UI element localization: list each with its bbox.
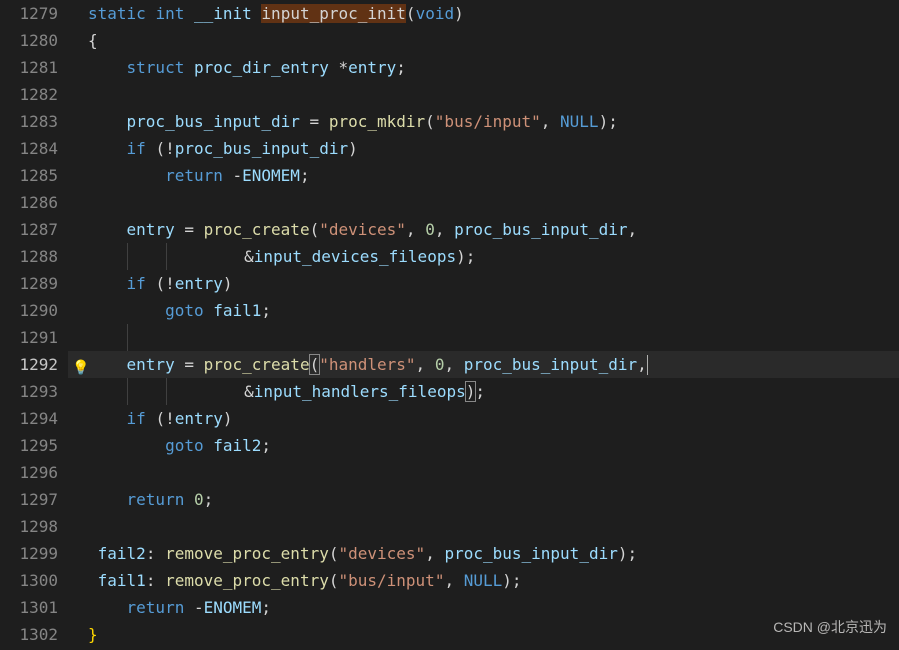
code-editor[interactable]: 1279 1280 1281 1282 1283 1284 1285 1286 … [0,0,899,650]
watermark-text: CSDN @北京迅为 [773,616,887,640]
line-number: 1296 [0,459,58,486]
code-line[interactable] [88,324,899,351]
line-number: 1293 [0,378,58,405]
code-line[interactable] [88,189,899,216]
line-number: 1299 [0,540,58,567]
line-number: 1298 [0,513,58,540]
line-number: 1284 [0,135,58,162]
line-number: 1283 [0,108,58,135]
code-line[interactable]: entry = proc_create("devices", 0, proc_b… [88,216,899,243]
line-number: 1279 [0,0,58,27]
code-line[interactable]: if (!entry) [88,405,899,432]
line-number-active: 1292 [0,351,58,378]
code-line[interactable]: &input_handlers_fileops); [88,378,899,405]
line-number: 1302 [0,621,58,648]
line-number: 1291 [0,324,58,351]
line-number: 1297 [0,486,58,513]
lightbulb-icon[interactable]: 💡 [72,357,89,381]
line-number: 1290 [0,297,58,324]
line-number: 1282 [0,81,58,108]
line-number: 1295 [0,432,58,459]
code-line[interactable]: struct proc_dir_entry *entry; [88,54,899,81]
code-line[interactable]: { [88,27,899,54]
code-line[interactable]: return -ENOMEM; [88,162,899,189]
code-line[interactable]: &input_devices_fileops); [88,243,899,270]
line-number: 1285 [0,162,58,189]
line-number: 1280 [0,27,58,54]
code-content[interactable]: static int __init input_proc_init(void) … [68,0,899,650]
code-line[interactable]: if (!entry) [88,270,899,297]
line-number: 1281 [0,54,58,81]
highlighted-function-name: input_proc_init [261,4,406,23]
line-number: 1289 [0,270,58,297]
code-line[interactable]: goto fail2; [88,432,899,459]
code-line[interactable] [88,81,899,108]
code-line[interactable]: static int __init input_proc_init(void) [88,0,899,27]
line-number: 1288 [0,243,58,270]
code-line[interactable]: goto fail1; [88,297,899,324]
line-number-gutter: 1279 1280 1281 1282 1283 1284 1285 1286 … [0,0,68,650]
line-number: 1300 [0,567,58,594]
code-line[interactable]: return 0; [88,486,899,513]
line-number: 1287 [0,216,58,243]
line-number: 1301 [0,594,58,621]
code-line[interactable]: proc_bus_input_dir = proc_mkdir("bus/inp… [88,108,899,135]
code-line-active[interactable]: entry = proc_create("handlers", 0, proc_… [68,351,899,378]
code-line[interactable]: if (!proc_bus_input_dir) [88,135,899,162]
text-cursor [647,355,648,375]
code-line[interactable] [88,513,899,540]
code-line[interactable]: fail1: remove_proc_entry("bus/input", NU… [88,567,899,594]
code-line[interactable]: fail2: remove_proc_entry("devices", proc… [88,540,899,567]
code-line[interactable] [88,459,899,486]
line-number: 1286 [0,189,58,216]
line-number: 1294 [0,405,58,432]
